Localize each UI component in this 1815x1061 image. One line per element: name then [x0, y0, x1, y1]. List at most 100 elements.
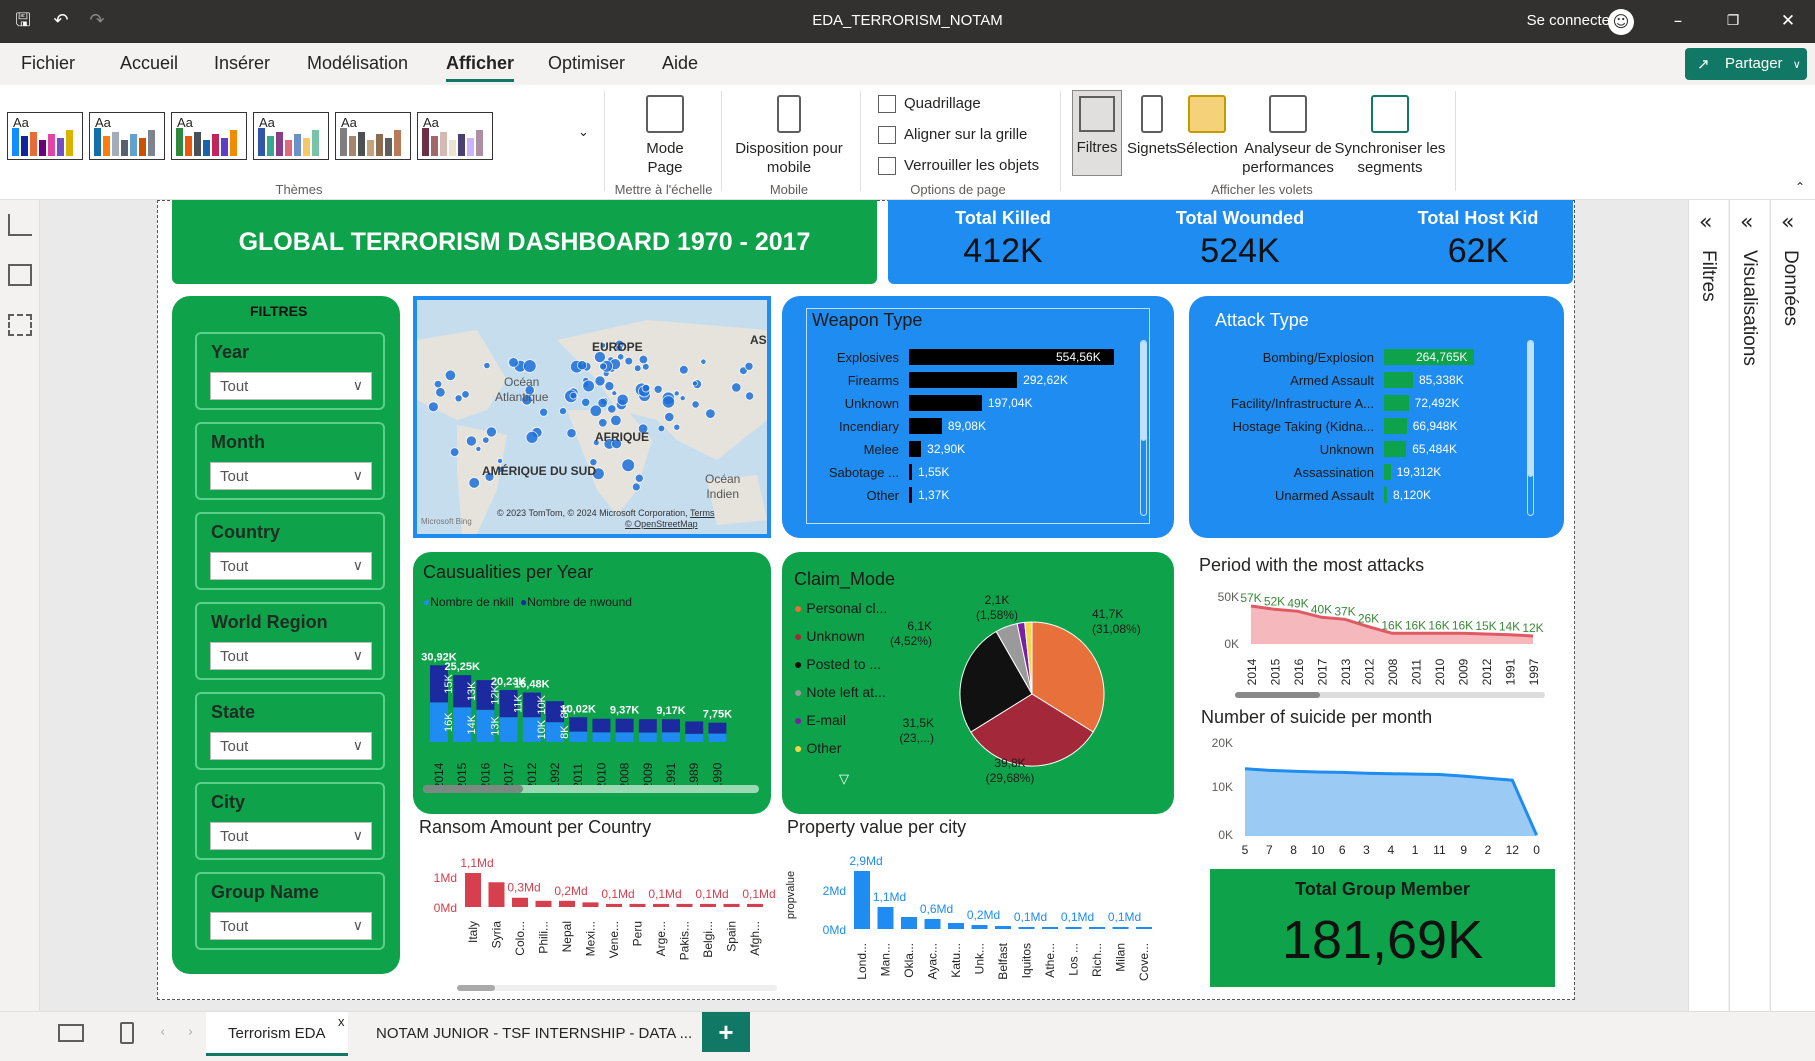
map-visual[interactable]: EUROPE AS Océan Atlantique AFRIQUE AMÉRI… [413, 296, 771, 538]
mobile-layout-button[interactable]: Disposition pour mobile [728, 95, 850, 177]
legend-item[interactable]: ● Other [794, 740, 841, 756]
casualties-scrollbar[interactable] [423, 785, 759, 793]
scrollbar-thumb[interactable] [1235, 692, 1320, 698]
restore-icon[interactable]: ❐ [1718, 8, 1748, 34]
lock-objects-checkbox[interactable]: Verrouiller les objets [878, 157, 1039, 176]
mobile-layout-icon[interactable] [120, 1022, 134, 1044]
legend-item[interactable]: ● Posted to ... [794, 656, 881, 672]
ransom-scrollbar[interactable] [457, 985, 777, 991]
menu-optimiser[interactable]: Optimiser [548, 53, 625, 74]
page-view-button[interactable]: Mode Page [620, 95, 710, 177]
slicer-dropdown[interactable]: Tout ∨ [210, 372, 372, 400]
expand-visualizations-icon[interactable]: « [1740, 210, 1753, 235]
bar[interactable] [909, 395, 982, 411]
selection-pane-button[interactable]: Sélection [1174, 95, 1240, 158]
gridlines-checkbox[interactable]: Quadrillage [878, 95, 981, 114]
slicer-dropdown[interactable]: Tout ∨ [210, 552, 372, 580]
sign-in-link[interactable]: Se connecter [1527, 12, 1615, 29]
theme-swatch[interactable]: Aa [7, 112, 83, 160]
period-visual[interactable]: Period with the most attacks 50K 0K 2014 20… [1195, 552, 1565, 704]
weapon-scrollbar[interactable] [1140, 340, 1147, 516]
bar[interactable] [909, 487, 912, 503]
legend-more-icon[interactable]: ▽ [839, 772, 849, 787]
user-avatar-icon[interactable]: ☺ [1608, 9, 1634, 35]
bar[interactable] [1384, 418, 1407, 434]
page-tab-notam[interactable]: NOTAM JUNIOR - TSF INTERNSHIP - DATA ... [354, 1012, 714, 1056]
period-scrollbar[interactable] [1235, 692, 1545, 698]
osm-link[interactable]: © OpenStreetMap [625, 519, 698, 529]
bar[interactable] [909, 372, 1018, 388]
scrollbar-thumb[interactable] [1141, 341, 1146, 441]
theme-swatch[interactable]: Aa [171, 112, 247, 160]
slicer-month[interactable]: Month Tout ∨ [195, 422, 385, 500]
menu-accueil[interactable]: Accueil [120, 53, 178, 74]
filters-pane-button[interactable]: Filtres [1072, 90, 1122, 176]
model-view-icon[interactable] [8, 314, 32, 336]
weapon-type-visual[interactable]: Weapon Type Explosives 554,56K Firearms 292… [782, 296, 1174, 538]
attack-scrollbar[interactable] [1527, 340, 1534, 516]
filters-pane-title[interactable]: Filtres [1697, 250, 1719, 302]
legend-item[interactable]: ● Unknown [794, 628, 865, 644]
performance-analyzer-button[interactable]: Analyseur de performances [1240, 95, 1336, 177]
slicer-group-name[interactable]: Group Name Tout ∨ [195, 872, 385, 950]
terms-link[interactable]: Terms [690, 508, 715, 518]
attack-type-visual[interactable]: Attack Type Bombing/Explosion 264,765K Arm… [1189, 296, 1564, 538]
slicer-dropdown[interactable]: Tout ∨ [210, 732, 372, 760]
data-pane-title[interactable]: Données [1779, 250, 1801, 326]
slicer-dropdown[interactable]: Tout ∨ [210, 462, 372, 490]
slicer-country[interactable]: Country Tout ∨ [195, 512, 385, 590]
bar[interactable] [1384, 441, 1407, 457]
legend-item[interactable]: ● Personal cl... [794, 600, 887, 616]
table-view-icon[interactable] [8, 264, 32, 286]
page-tab-terrorism-eda[interactable]: Terrorism EDA x [206, 1012, 348, 1056]
minimize-icon[interactable]: – [1663, 8, 1693, 34]
theme-swatch[interactable]: Aa [417, 112, 493, 160]
scrollbar-thumb[interactable] [457, 985, 495, 991]
dashboard-title-card[interactable]: GLOBAL TERRORISM DASHBOARD 1970 - 2017 [172, 200, 877, 284]
slicer-world-region[interactable]: World Region Tout ∨ [195, 602, 385, 680]
bar[interactable] [1384, 395, 1409, 411]
filters-pane[interactable]: « Filtres [1688, 200, 1728, 1011]
collapse-ribbon-icon[interactable]: ⌃ [1795, 180, 1805, 194]
suicide-visual[interactable]: Number of suicide per month 20K 10K 0K 5 7 8 1… [1195, 705, 1565, 858]
scrollbar-thumb[interactable] [423, 785, 523, 793]
theme-swatch[interactable]: Aa [253, 112, 329, 160]
bookmarks-pane-button[interactable]: Signets [1124, 95, 1180, 158]
report-view-icon[interactable] [8, 214, 32, 236]
bar[interactable] [1384, 372, 1413, 388]
menu-afficher[interactable]: Afficher [446, 53, 515, 82]
bar[interactable] [909, 418, 942, 434]
theme-swatch[interactable]: Aa [89, 112, 165, 160]
theme-swatch[interactable]: Aa [335, 112, 411, 160]
menu-fichier[interactable]: Fichier [21, 53, 75, 74]
slicer-dropdown[interactable]: Tout ∨ [210, 642, 372, 670]
sync-slicers-button[interactable]: Synchroniser les segments [1334, 95, 1446, 177]
slicer-year[interactable]: Year Tout ∨ [195, 332, 385, 410]
slicer-state[interactable]: State Tout ∨ [195, 692, 385, 770]
group-member-card[interactable]: Total Group Member 181,69K [1210, 869, 1555, 987]
menu-inserer[interactable]: Insérer [214, 53, 270, 74]
legend-item[interactable]: ● E-mail [794, 712, 846, 728]
add-page-button[interactable]: + [702, 1012, 750, 1052]
menu-aide[interactable]: Aide [662, 53, 698, 74]
bar[interactable] [909, 464, 912, 480]
slicer-dropdown[interactable]: Tout ∨ [210, 912, 372, 940]
theme-gallery-more-icon[interactable]: ⌄ [578, 125, 589, 140]
property-visual[interactable]: Property value per city 2,9Md Lond... 1,1M… [782, 815, 1177, 995]
slicer-dropdown[interactable]: Tout ∨ [210, 822, 372, 850]
map-area[interactable]: EUROPE AS Océan Atlantique AFRIQUE AMÉRI… [417, 300, 767, 534]
data-pane[interactable]: « Données [1770, 200, 1815, 1011]
desktop-layout-icon[interactable] [58, 1024, 84, 1042]
legend-item[interactable]: ● Note left at... [794, 684, 886, 700]
prev-page-icon[interactable]: ‹ [160, 1025, 165, 1040]
claim-mode-visual[interactable]: Claim_Mode 41,7K (31,08%) 39,8K (29,68%) 31,… [782, 552, 1174, 814]
next-page-icon[interactable]: › [188, 1025, 193, 1040]
bar[interactable] [1384, 464, 1391, 480]
kpi-card[interactable]: Total Killed 412K Total Wounded 524K Tot… [888, 200, 1573, 284]
snap-to-grid-checkbox[interactable]: Aligner sur la grille [878, 126, 1027, 145]
expand-filters-icon[interactable]: « [1699, 210, 1712, 235]
close-tab-icon[interactable]: x [338, 1000, 345, 1044]
close-icon[interactable]: ✕ [1773, 8, 1803, 34]
expand-data-icon[interactable]: « [1781, 210, 1794, 235]
bar[interactable] [909, 441, 922, 457]
